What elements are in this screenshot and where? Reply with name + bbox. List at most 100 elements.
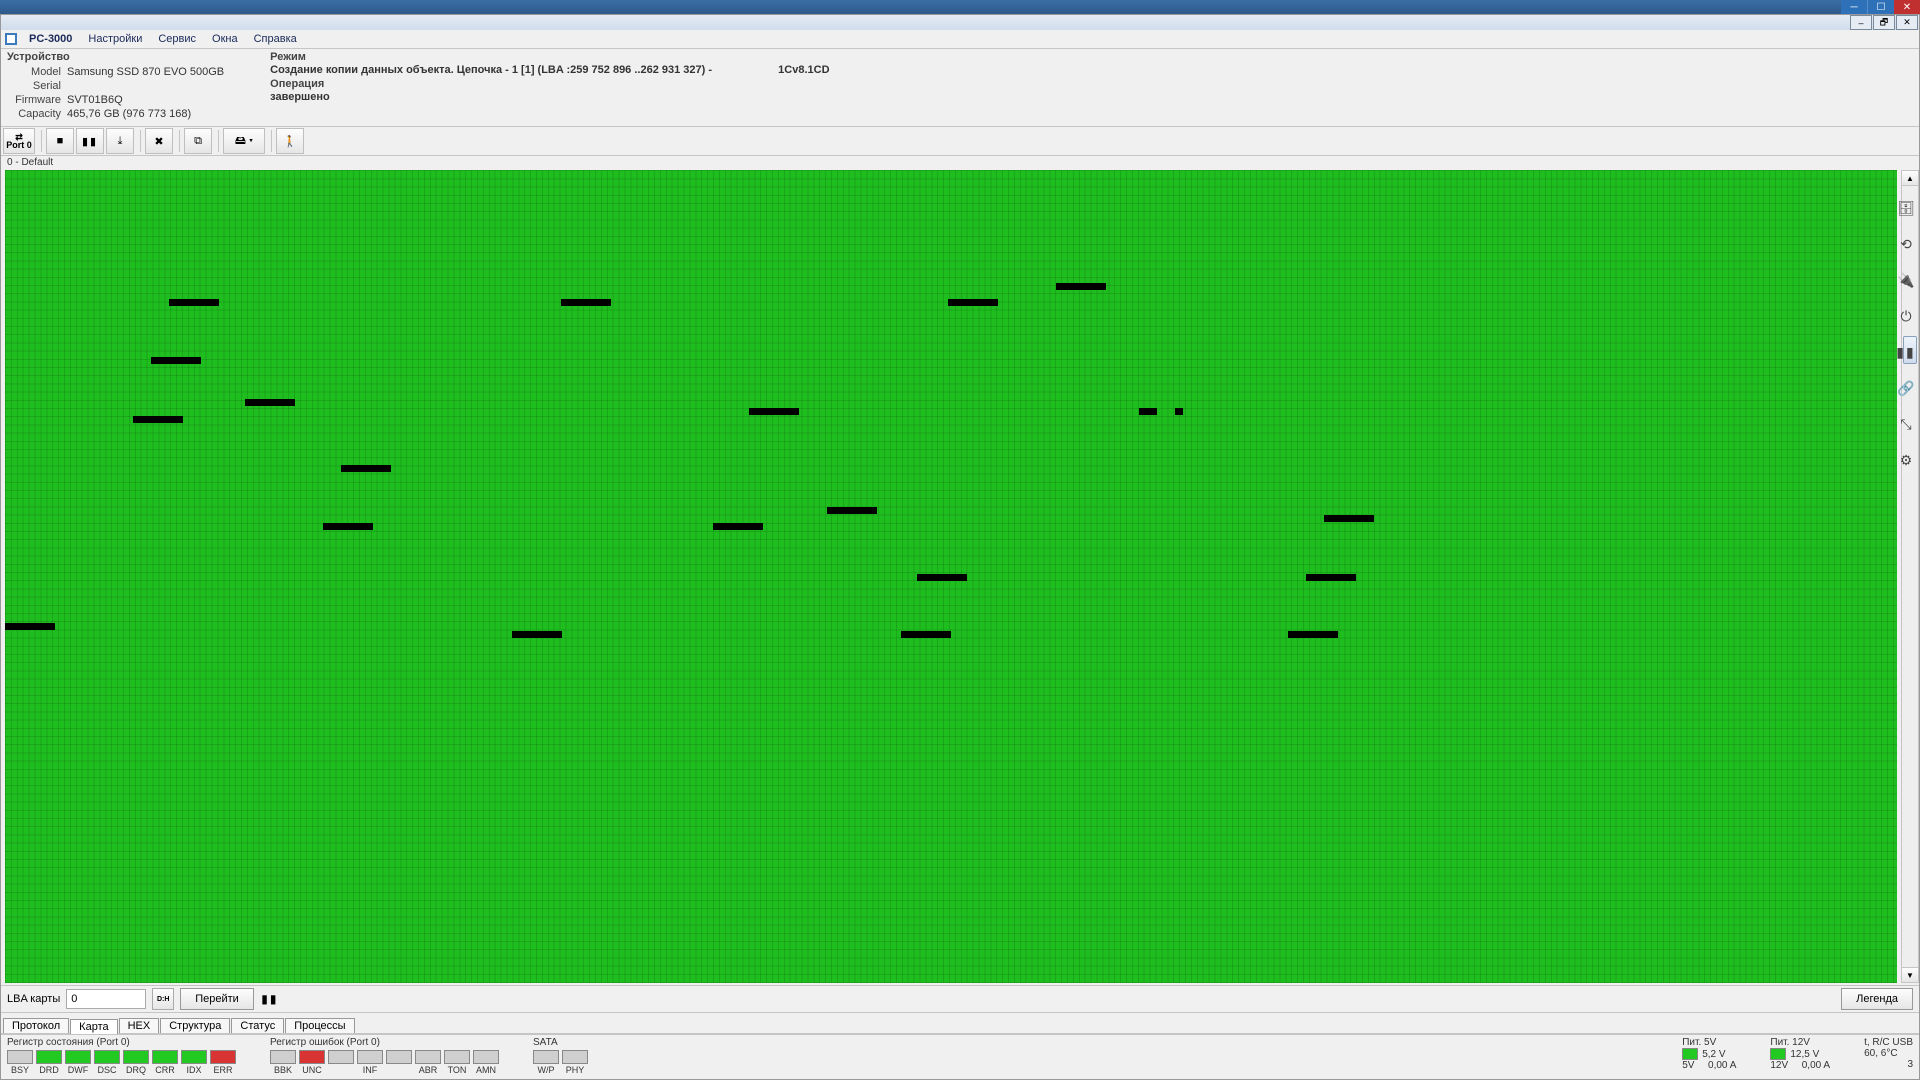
legend-button[interactable]: Легенда [1841,988,1913,1010]
os-close-button[interactable]: ✕ [1894,0,1920,14]
register-box [415,1050,441,1064]
block-map[interactable] [5,170,1897,983]
defect-run [1288,631,1338,638]
register-cell [386,1050,412,1075]
register-label: DRD [39,1065,59,1075]
scroll-up-button[interactable]: ▲ [1902,171,1918,186]
copy-button[interactable]: ⧉ [184,128,212,154]
window-restore-button[interactable]: 🗗 [1873,15,1895,30]
menu-bar: PC-3000 Настройки Сервис Окна Справка [1,30,1919,49]
register-cell: PHY [562,1050,588,1075]
defect-run [1175,408,1183,415]
stop-button[interactable]: ■ [46,128,74,154]
power-icon[interactable]: ⏻ [1896,306,1916,326]
tab-protocol[interactable]: Протокол [3,1018,69,1033]
menu-service[interactable]: Сервис [150,33,204,45]
window-titlebar: – 🗗 ✕ [1,15,1919,30]
os-minimize-button[interactable]: ─ [1841,0,1867,14]
tab-structure[interactable]: Структура [160,1018,230,1033]
defect-run [1056,283,1106,290]
register-box [473,1050,499,1064]
exit-button[interactable]: 🚶 [276,128,304,154]
register-box [210,1050,236,1064]
export-button[interactable]: ⤓ [106,128,134,154]
menu-app[interactable]: PC-3000 [21,33,80,45]
pause-side-icon[interactable]: ▮▮ [1896,342,1916,362]
register-cell: ERR [210,1050,236,1075]
power-12v-volt: 12,5 V [1790,1049,1819,1060]
device-info: Устройство ModelSamsung SSD 870 EVO 500G… [7,51,230,122]
register-box [181,1050,207,1064]
port-button[interactable]: ⇄Port 0 [3,128,35,154]
register-cell: BSY [7,1050,33,1075]
map-canvas[interactable] [5,170,1897,983]
power-5v: Пит. 5V 5,2 V 5V 0,00 A [1682,1037,1736,1071]
capacity-label: Capacity [9,108,65,120]
defect-run [5,623,55,630]
register-label: AMN [476,1065,496,1075]
mode-header: Режим [270,51,829,63]
window-minimize-button[interactable]: – [1850,15,1872,30]
lba-hex-toggle[interactable]: D:H [152,988,174,1010]
side-tool-column: 🗄 ⟲ 🔌 ⏻ ▮▮ 🔗 ⤡ ⚙ [1894,190,1918,985]
link-icon[interactable]: 🔗 [1896,378,1916,398]
defect-run [341,465,391,472]
register-label: TON [448,1065,467,1075]
status-bar: Регистр состояния (Port 0) BSYDRDDWFDSCD… [1,1034,1919,1079]
menu-help[interactable]: Справка [246,33,305,45]
tab-hex[interactable]: HEX [119,1018,160,1033]
power-5v-label: 5V [1682,1060,1694,1071]
device-tree-icon[interactable]: 🗄 [1896,198,1916,218]
reset-icon[interactable]: ⟲ [1896,234,1916,254]
goto-button[interactable]: Перейти [180,988,254,1010]
os-maximize-button[interactable]: ☐ [1867,0,1894,14]
device-header: Устройство [7,51,230,63]
tools-button[interactable]: ✖ [145,128,173,154]
model-label: Model [9,66,65,78]
tab-processes[interactable]: Процессы [285,1018,354,1033]
menu-windows[interactable]: Окна [204,33,246,45]
operation-value: завершено [270,91,829,103]
serial-value [67,80,228,92]
lba-pause-button[interactable]: ▮▮ [260,992,280,1006]
device-dropdown[interactable]: 🖴 ▾ [223,128,265,154]
register-label: ABR [419,1065,438,1075]
register-cell: UNC [299,1050,325,1075]
connect-icon[interactable]: 🔌 [1896,270,1916,290]
register-cell: DWF [65,1050,91,1075]
register-box [444,1050,470,1064]
power-12v: Пит. 12V 12,5 V 12V 0,00 A [1770,1037,1830,1071]
app-logo-icon [5,33,17,45]
lba-bar: LBA карты D:H Перейти ▮▮ Легенда [1,985,1919,1012]
sata-register: SATA W/PPHY [533,1037,588,1075]
defect-run [901,631,951,638]
model-value: Samsung SSD 870 EVO 500GB [67,66,228,78]
temp-title: t, R/C USB [1864,1037,1913,1048]
info-bar: Устройство ModelSamsung SSD 870 EVO 500G… [1,49,1919,127]
defect-run [1139,408,1157,415]
register-box [65,1050,91,1064]
register-box [270,1050,296,1064]
pause-button[interactable]: ▮▮ [76,128,104,154]
lba-input[interactable] [66,989,146,1009]
defect-run [323,523,373,530]
serial-label: Serial [9,80,65,92]
tab-status[interactable]: Статус [231,1018,284,1033]
os-taskbar: ─ ☐ ✕ [0,0,1920,14]
settings-slider-icon[interactable]: ⚙ [1896,450,1916,470]
defect-run [749,408,799,415]
menu-settings[interactable]: Настройки [80,33,150,45]
register-box [152,1050,178,1064]
app-window: – 🗗 ✕ PC-3000 Настройки Сервис Окна Спра… [0,14,1920,1080]
detach-icon[interactable]: ⤡ [1896,414,1916,434]
window-close-button[interactable]: ✕ [1896,15,1918,30]
register-label: ERR [213,1065,232,1075]
register-cell: W/P [533,1050,559,1075]
tab-map[interactable]: Карта [70,1019,117,1034]
defect-run [151,357,201,364]
register-box [36,1050,62,1064]
sata-title: SATA [533,1037,588,1048]
capacity-value: 465,76 GB (976 773 168) [67,108,228,120]
register-box [562,1050,588,1064]
register-cell: INF [357,1050,383,1075]
